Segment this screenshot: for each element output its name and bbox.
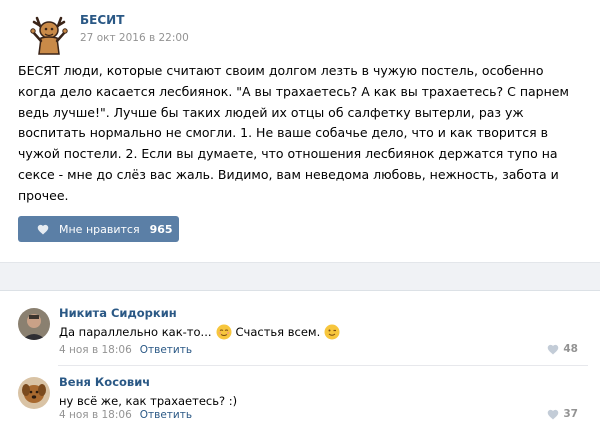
comment-text: ну всё же, как трахаетесь? :)	[59, 394, 238, 408]
comment-text-part: Счастья всем.	[235, 325, 321, 339]
comment-author[interactable]: Никита Сидоркин	[59, 306, 177, 320]
comment-avatar[interactable]	[18, 308, 50, 340]
like-label: Мне нравится	[59, 222, 140, 236]
comment-avatar[interactable]	[18, 377, 50, 409]
post-author-name[interactable]: БЕСИТ	[80, 13, 124, 27]
comment-date[interactable]: 4 ноя в 18:06	[59, 344, 132, 356]
comment-text-part: Да параллельно как-то...	[59, 325, 212, 339]
heart-icon	[37, 224, 49, 234]
post-text: БЕСЯТ люди, которые считают своим долгом…	[18, 63, 569, 203]
comments-band	[0, 263, 600, 290]
comment-meta: 4 ноя в 18:06 Ответить	[59, 344, 192, 356]
like-button[interactable]: Мне нравится 965	[18, 216, 179, 242]
user-avatar-icon	[18, 308, 50, 340]
relieved-face-emoji	[216, 324, 232, 340]
deer-icon	[30, 16, 68, 55]
reply-link[interactable]: Ответить	[140, 409, 192, 421]
comment-text: Да параллельно как-то... Счастья всем.	[59, 323, 344, 341]
heart-icon	[548, 344, 559, 354]
post-date[interactable]: 27 окт 2016 в 22:00	[80, 32, 189, 44]
divider	[58, 365, 588, 366]
heart-icon	[548, 409, 559, 419]
comment-meta: 4 ноя в 18:06 Ответить	[59, 409, 192, 421]
divider	[0, 290, 600, 291]
like-count: 965	[149, 222, 173, 236]
comment-like-count: 37	[563, 408, 578, 420]
comment-like-button[interactable]: 48	[547, 343, 578, 355]
comment-like-button[interactable]: 37	[547, 408, 578, 420]
comment-date[interactable]: 4 ноя в 18:06	[59, 409, 132, 421]
winking-face-emoji	[324, 324, 340, 340]
reply-link[interactable]: Ответить	[140, 344, 192, 356]
comment-like-count: 48	[563, 343, 578, 355]
post-avatar[interactable]	[27, 14, 71, 58]
comment-author[interactable]: Веня Косович	[59, 375, 150, 389]
dog-avatar-icon	[18, 377, 50, 409]
